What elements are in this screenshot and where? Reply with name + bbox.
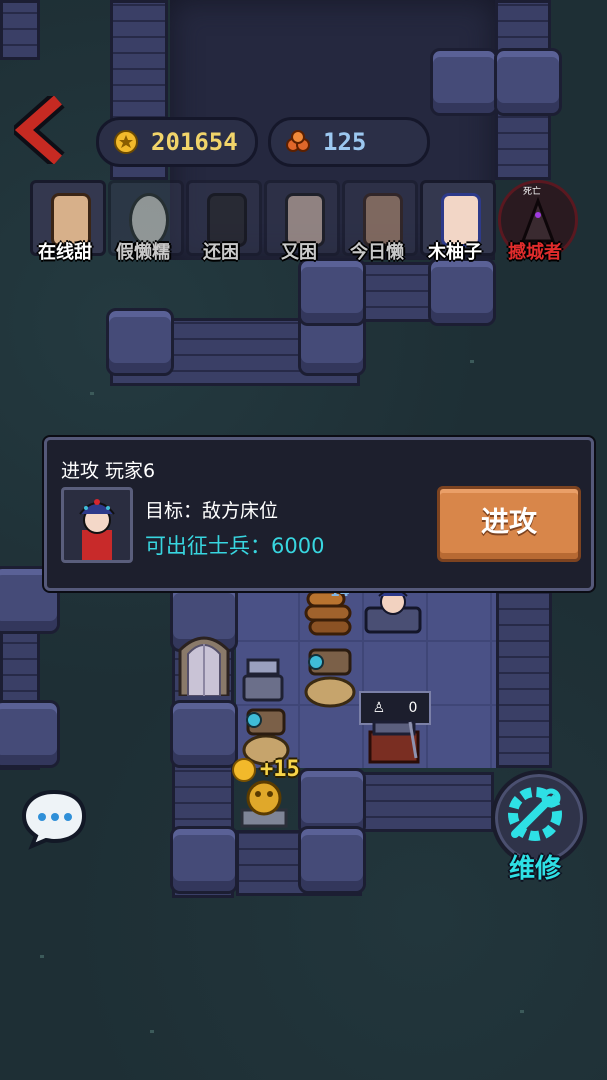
stone-wall (362, 772, 494, 832)
attack-target-text: 目标：敌方床位 (145, 500, 279, 522)
attack-panel-title: 进攻 玩家6 (61, 460, 156, 482)
wall-tower (298, 258, 366, 326)
ore-resource-icon (286, 130, 310, 152)
grass-tuft (150, 1030, 154, 1033)
grass-tuft (470, 360, 474, 363)
back-arrow-icon[interactable] (14, 96, 68, 164)
stone-wall (0, 0, 40, 60)
cannon-tower[interactable] (302, 640, 358, 708)
player-name: 木柚子 (428, 242, 482, 263)
gold-amount: 201654 (151, 128, 238, 156)
gold-counter: 201654 (96, 117, 258, 167)
player-name: 在线甜 (38, 242, 92, 263)
grass-tuft (520, 1010, 524, 1013)
target-portrait (61, 487, 133, 563)
wall-tower (0, 700, 60, 768)
siege-tower-icon (520, 197, 556, 243)
wall-tower (106, 308, 174, 376)
attack-button[interactable]: 进攻 (437, 486, 581, 562)
player-name: 今日懒 (350, 242, 404, 263)
wrench-gear-icon (508, 787, 562, 841)
soldier-icon: ♙ (372, 700, 386, 716)
player-name: 又困 (281, 242, 317, 263)
grass-tuft (40, 955, 44, 958)
wall-tower (494, 48, 562, 116)
wall-tower (298, 826, 366, 894)
attack-panel: 进攻 玩家6 目标：敌方床位 可出征士兵：6000 进攻 (44, 437, 594, 591)
dungeon-door[interactable] (176, 626, 232, 696)
gold-statue[interactable] (236, 776, 292, 828)
player-name: 假懒糯 (116, 242, 170, 263)
resource-counter: 125 (268, 117, 430, 167)
player-name: 还困 (203, 242, 239, 263)
player-list: 在线甜 假懒糯 还困 又困 今日懒 木柚子 死亡 撼城者 (28, 180, 588, 265)
grass-tuft (90, 392, 94, 395)
player-bed-character[interactable] (362, 584, 424, 636)
repair-label: 维修 (508, 854, 561, 884)
opera-character-portrait (79, 499, 115, 560)
player-name: 撼城者 (508, 242, 562, 263)
wall-tower (170, 700, 238, 768)
forge-station[interactable] (366, 718, 422, 766)
wall-tower (430, 48, 498, 116)
chat-bubble-icon[interactable] (20, 786, 96, 850)
boss-status-badge: 死亡 (523, 187, 542, 197)
available-troops-text: 可出征士兵：6000 (145, 534, 325, 558)
resource-amount: 125 (323, 128, 367, 156)
wall-tower (170, 826, 238, 894)
wall-tower (428, 258, 496, 326)
unit-counter-value: 0 (408, 700, 418, 716)
gold-coin-icon (114, 130, 138, 154)
anvil-object[interactable] (238, 648, 288, 704)
stone-wall (496, 588, 552, 768)
